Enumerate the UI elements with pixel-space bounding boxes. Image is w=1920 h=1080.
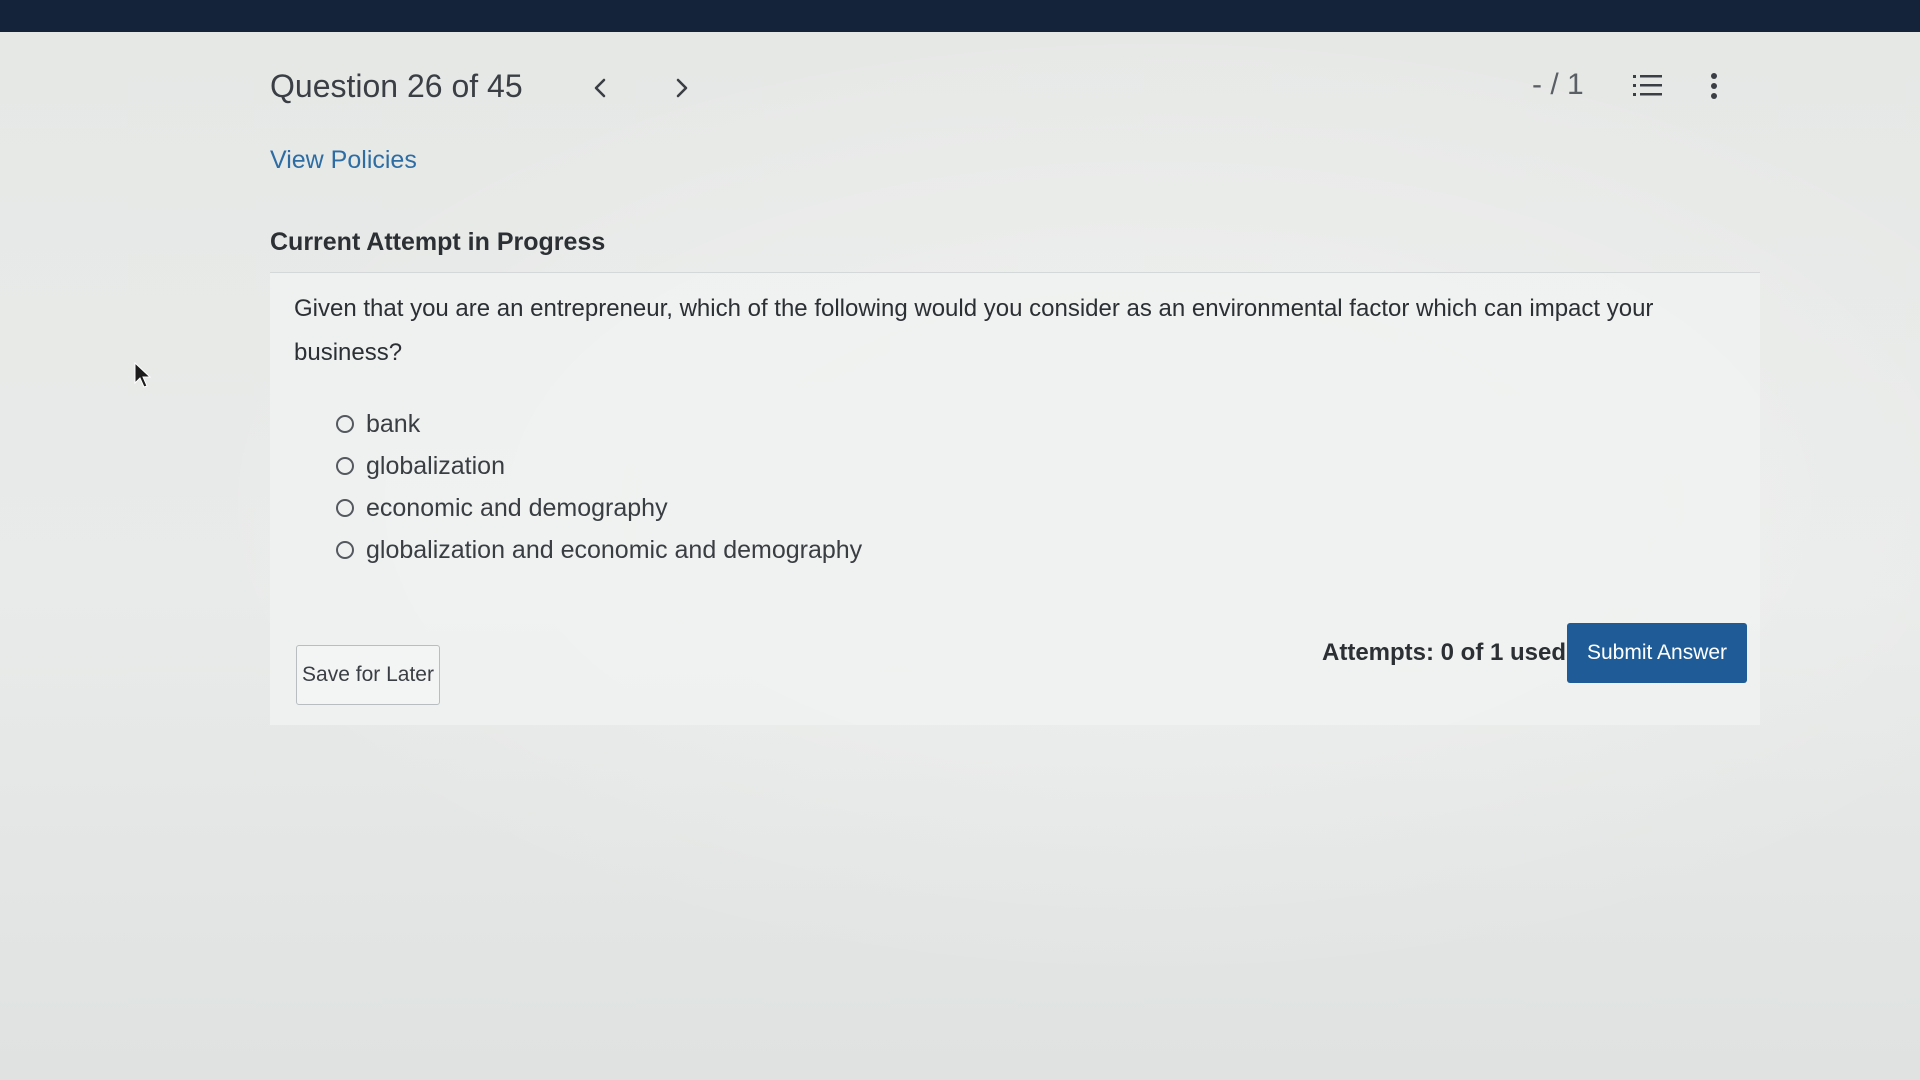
vertical-ellipsis-icon: [1711, 73, 1717, 99]
option-label: globalization and economic and demograph…: [366, 535, 863, 564]
numbered-list-icon: [1633, 75, 1662, 96]
question-list-button[interactable]: [1630, 68, 1666, 104]
radio-button[interactable]: [336, 457, 354, 475]
option-label: economic and demography: [366, 493, 668, 522]
attempt-heading: Current Attempt in Progress: [270, 228, 606, 256]
radio-button[interactable]: [336, 499, 354, 517]
answer-options: bank globalization economic and demograp…: [336, 403, 862, 571]
mouse-pointer-icon: [134, 362, 152, 388]
chevron-right-icon: [676, 78, 688, 98]
question-counter: Question 26 of 45: [270, 68, 523, 104]
score-display: - / 1: [1532, 68, 1584, 101]
save-for-later-button[interactable]: Save for Later: [296, 645, 440, 705]
question-text: Given that you are an entrepreneur, whic…: [294, 295, 1654, 366]
more-options-button[interactable]: [1702, 68, 1726, 104]
answer-option[interactable]: economic and demography: [336, 487, 862, 529]
top-bar: [0, 0, 1920, 32]
attempts-counter: Attempts: 0 of 1 used: [1322, 639, 1567, 666]
next-question-button[interactable]: [664, 68, 700, 108]
submit-answer-button[interactable]: Submit Answer: [1567, 623, 1747, 683]
question-card: Given that you are an entrepreneur, whic…: [270, 272, 1760, 725]
chevron-left-icon: [594, 78, 606, 98]
answer-option[interactable]: globalization: [336, 445, 862, 487]
previous-question-button[interactable]: [582, 68, 618, 108]
radio-button[interactable]: [336, 541, 354, 559]
view-policies-link[interactable]: View Policies: [270, 146, 417, 175]
radio-button[interactable]: [336, 415, 354, 433]
answer-option[interactable]: bank: [336, 403, 862, 445]
option-label: bank: [366, 409, 421, 438]
option-label: globalization: [366, 451, 505, 480]
question-header: Question 26 of 45 - / 1: [270, 62, 1740, 118]
answer-option[interactable]: globalization and economic and demograph…: [336, 529, 862, 571]
